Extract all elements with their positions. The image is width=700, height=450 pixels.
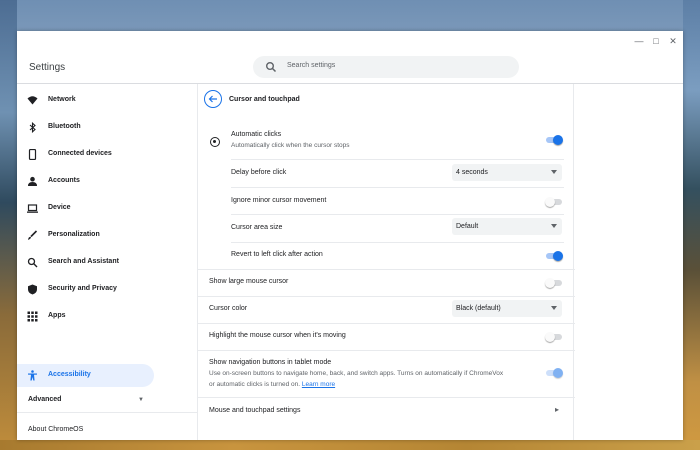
person-icon (28, 176, 37, 186)
sidebar-item-device[interactable]: Device (17, 197, 154, 220)
automatic-clicks-label: Automatic clicks (231, 131, 282, 138)
back-button[interactable] (204, 90, 222, 108)
sidebar-item-search-and-assistant[interactable]: Search and Assistant (17, 251, 154, 274)
sidebar-item-connected-devices[interactable]: Connected devices (17, 143, 154, 166)
delay-before-click-select[interactable]: 4 seconds (452, 164, 562, 181)
highlight-cursor-toggle[interactable] (545, 332, 562, 342)
sidebar-item-label: Personalization (48, 231, 100, 238)
maximize-button[interactable]: □ (650, 35, 662, 47)
search-icon (27, 257, 38, 268)
sidebar-item-label: Search and Assistant (48, 258, 119, 265)
wallpaper-left (0, 0, 17, 450)
sidebar-item-label: Accounts (48, 177, 80, 184)
highlight-cursor-label: Highlight the mouse cursor when it's mov… (209, 332, 346, 339)
row-divider (198, 296, 575, 297)
page-title: Cursor and touchpad (229, 96, 300, 103)
sidebar-about[interactable]: About ChromeOS (28, 426, 83, 433)
sidebar-item-apps[interactable]: Apps (17, 305, 154, 328)
apps-grid-icon (27, 311, 38, 322)
revert-left-click-label: Revert to left click after action (231, 251, 323, 258)
large-cursor-label: Show large mouse cursor (209, 278, 289, 285)
automatic-clicks-toggle[interactable] (546, 135, 563, 145)
wifi-icon (27, 96, 38, 105)
row-divider (231, 242, 564, 243)
dropdown-arrow-icon (551, 224, 557, 228)
dropdown-arrow-icon (551, 306, 557, 310)
search-icon (266, 62, 277, 73)
automatic-clicks-sublabel: Automatically click when the cursor stop… (231, 142, 350, 149)
sidebar-item-label: Device (48, 204, 71, 211)
phone-icon (28, 149, 37, 160)
chevron-down-icon[interactable]: ▼ (138, 397, 144, 403)
row-divider (231, 187, 564, 188)
wallpaper-bottom (0, 440, 700, 450)
mouse-touchpad-settings-label[interactable]: Mouse and touchpad settings (209, 407, 300, 414)
sidebar-item-network[interactable]: Network (17, 89, 154, 112)
sidebar-divider (17, 412, 197, 413)
sidebar-item-label: Bluetooth (48, 123, 81, 130)
automatic-clicks-radio-icon (210, 137, 220, 147)
nav-buttons-description-2: or automatic clicks is turned on. Learn … (209, 381, 335, 388)
row-divider (198, 350, 575, 351)
search-placeholder: Search settings (287, 62, 336, 69)
revert-left-click-toggle[interactable] (546, 251, 563, 261)
large-cursor-toggle[interactable] (545, 278, 562, 288)
wallpaper-right (683, 0, 700, 450)
brush-icon (28, 230, 38, 240)
row-divider (231, 214, 564, 215)
title-bar: Settings Search settings — □ ✕ (17, 31, 683, 84)
arrow-back-icon (208, 95, 217, 103)
cursor-color-select[interactable]: Black (default) (452, 300, 562, 317)
row-divider (198, 269, 575, 270)
minimize-button[interactable]: — (633, 35, 645, 47)
close-button[interactable]: ✕ (667, 35, 679, 47)
cursor-color-label: Cursor color (209, 305, 248, 312)
nav-buttons-description: Use on-screen buttons to navigate home, … (209, 370, 504, 377)
ignore-minor-movement-label: Ignore minor cursor movement (231, 197, 327, 204)
main-content: Cursor and touchpad Automatic clicks Aut… (197, 84, 575, 440)
ignore-minor-movement-toggle[interactable] (545, 197, 562, 207)
app-title: Settings (29, 62, 66, 73)
settings-window: Settings Search settings — □ ✕ Network B… (17, 31, 683, 440)
delay-before-click-label: Delay before click (231, 169, 287, 176)
shield-icon (28, 284, 37, 295)
laptop-icon (27, 204, 38, 213)
sidebar-item-accounts[interactable]: Accounts (17, 170, 154, 193)
cursor-area-size-label: Cursor area size (231, 224, 283, 231)
search-box[interactable]: Search settings (253, 56, 519, 78)
nav-buttons-label: Show navigation buttons in tablet mode (209, 359, 332, 366)
sidebar-item-label: Apps (48, 312, 66, 319)
dropdown-arrow-icon (551, 170, 557, 174)
nav-buttons-toggle[interactable] (546, 368, 563, 378)
sidebar-item-label: Accessibility (48, 371, 91, 378)
accessibility-icon (28, 370, 37, 381)
bluetooth-icon (29, 122, 36, 133)
row-divider (198, 323, 575, 324)
sidebar-item-personalization[interactable]: Personalization (17, 224, 154, 247)
sidebar-item-label: Security and Privacy (48, 285, 117, 292)
sidebar-item-label: Connected devices (48, 150, 112, 157)
sidebar-item-bluetooth[interactable]: Bluetooth (17, 116, 154, 139)
sidebar-item-label: Network (48, 96, 76, 103)
row-divider (198, 397, 575, 398)
select-value: Black (default) (456, 305, 501, 312)
select-value: 4 seconds (456, 169, 488, 176)
sidebar-item-accessibility[interactable]: Accessibility (17, 364, 154, 387)
row-divider (231, 159, 564, 160)
nav-buttons-description-text: or automatic clicks is turned on. (209, 381, 301, 388)
sidebar-advanced[interactable]: Advanced (28, 396, 61, 403)
cursor-area-size-select[interactable]: Default (452, 218, 562, 235)
learn-more-link[interactable]: Learn more (302, 381, 335, 388)
select-value: Default (456, 223, 479, 230)
chevron-right-icon[interactable]: ▸ (555, 405, 559, 414)
sidebar-item-security-and-privacy[interactable]: Security and Privacy (17, 278, 154, 301)
sidebar: Network Bluetooth Connected devices Acco… (17, 84, 197, 440)
